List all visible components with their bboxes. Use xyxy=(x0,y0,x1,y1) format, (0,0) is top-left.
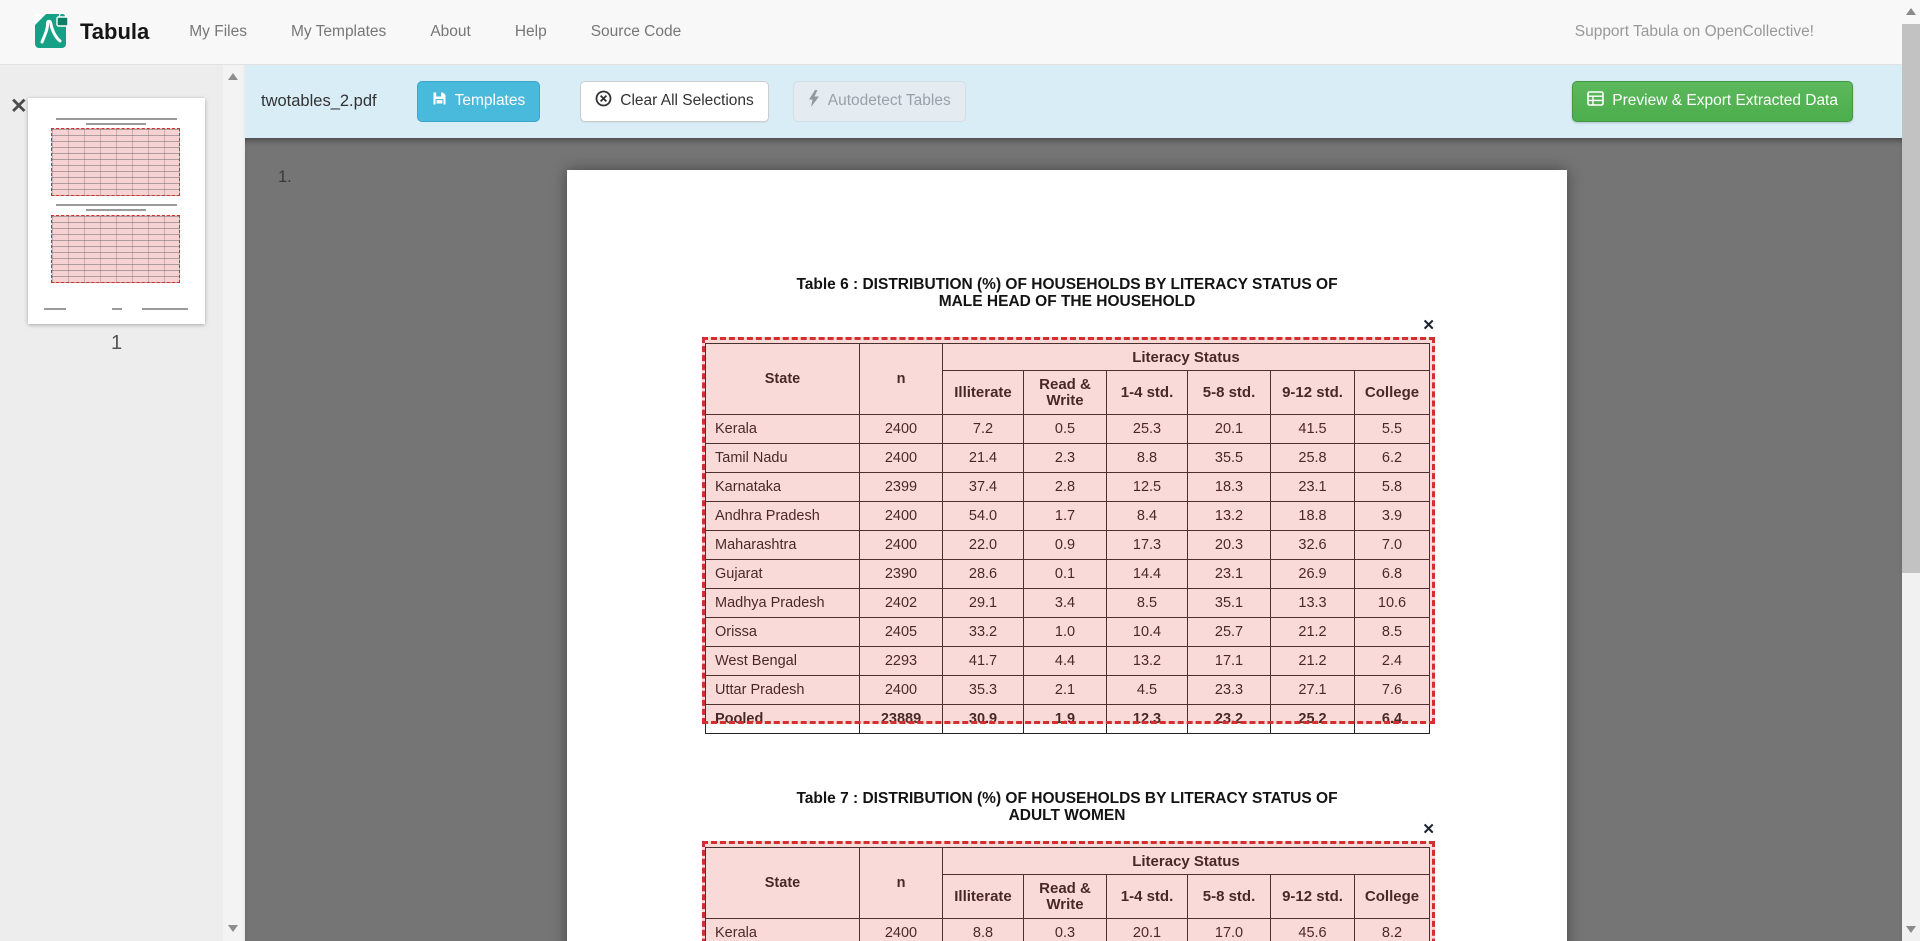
page-thumbnail-sidebar: ✕ 1 xyxy=(0,64,245,941)
pdf-page[interactable]: Table 6 : DISTRIBUTION (%) OF HOUSEHOLDS… xyxy=(567,170,1567,941)
nav-source-code[interactable]: Source Code xyxy=(591,23,681,41)
page-ordinal-label: 1. xyxy=(278,168,292,187)
scroll-up-arrow-icon[interactable] xyxy=(1906,8,1916,15)
navbar: Tabula My Files My Templates About Help … xyxy=(0,0,1902,65)
thumbnail-selection-2 xyxy=(51,215,180,283)
autodetect-tables-button[interactable]: Autodetect Tables xyxy=(793,81,966,122)
table-grid-icon xyxy=(1587,91,1604,111)
selection-box-table7[interactable]: ✕ xyxy=(702,841,1435,941)
thumb-title-line xyxy=(86,209,146,211)
app-brand[interactable]: Tabula xyxy=(34,11,149,54)
sidebar-scrollbar[interactable] xyxy=(223,64,243,941)
thumbnail-page-number: 1 xyxy=(28,332,205,355)
table7-title: Table 7 : DISTRIBUTION (%) OF HOUSEHOLDS… xyxy=(567,790,1567,824)
scroll-up-arrow-icon[interactable] xyxy=(228,73,238,80)
nav-links: My Files My Templates About Help Source … xyxy=(189,23,681,41)
remove-file-close-icon[interactable]: ✕ xyxy=(10,96,28,117)
scroll-down-arrow-icon[interactable] xyxy=(228,925,238,932)
autodetect-tables-label: Autodetect Tables xyxy=(828,92,951,110)
selection-close-icon[interactable]: ✕ xyxy=(1422,318,1435,333)
scroll-down-arrow-icon[interactable] xyxy=(1906,926,1916,933)
clear-all-selections-button[interactable]: Clear All Selections xyxy=(580,81,769,122)
scrollbar-thumb[interactable] xyxy=(1902,24,1920,573)
tabula-logo-icon xyxy=(34,11,70,54)
thumb-title-line xyxy=(56,204,177,206)
thumb-footer-text xyxy=(142,308,188,310)
filename-label: twotables_2.pdf xyxy=(261,92,377,111)
window-scrollbar[interactable] xyxy=(1902,0,1920,941)
nav-about[interactable]: About xyxy=(430,23,471,41)
support-link[interactable]: Support Tabula on OpenCollective! xyxy=(1575,23,1814,41)
preview-export-button[interactable]: Preview & Export Extracted Data xyxy=(1572,81,1853,122)
templates-button[interactable]: Templates xyxy=(417,81,541,122)
app-title: Tabula xyxy=(80,19,149,45)
table6-title: Table 6 : DISTRIBUTION (%) OF HOUSEHOLDS… xyxy=(567,276,1567,310)
selection-box-table6[interactable]: ✕ xyxy=(702,337,1435,724)
thumbnail-selection-1 xyxy=(51,128,180,196)
pdf-viewer-canvas[interactable]: 1. Table 6 : DISTRIBUTION (%) OF HOUSEHO… xyxy=(245,138,1902,941)
page-thumbnail[interactable] xyxy=(28,98,205,324)
nav-my-files[interactable]: My Files xyxy=(189,23,247,41)
save-template-icon xyxy=(432,91,447,111)
selection-close-icon[interactable]: ✕ xyxy=(1422,822,1435,837)
thumb-footer-text xyxy=(112,308,122,310)
lightning-bolt-icon xyxy=(808,90,820,112)
thumb-footer-text xyxy=(44,308,66,310)
preview-export-label: Preview & Export Extracted Data xyxy=(1612,92,1838,110)
toolbar: twotables_2.pdf Templates Clear All Sele… xyxy=(245,64,1902,138)
thumb-title-line xyxy=(56,118,177,120)
nav-my-templates[interactable]: My Templates xyxy=(291,23,386,41)
thumb-title-line xyxy=(86,123,146,125)
nav-help[interactable]: Help xyxy=(515,23,547,41)
templates-button-label: Templates xyxy=(455,92,526,110)
clear-all-selections-label: Clear All Selections xyxy=(620,92,754,110)
circle-x-icon xyxy=(595,90,612,112)
